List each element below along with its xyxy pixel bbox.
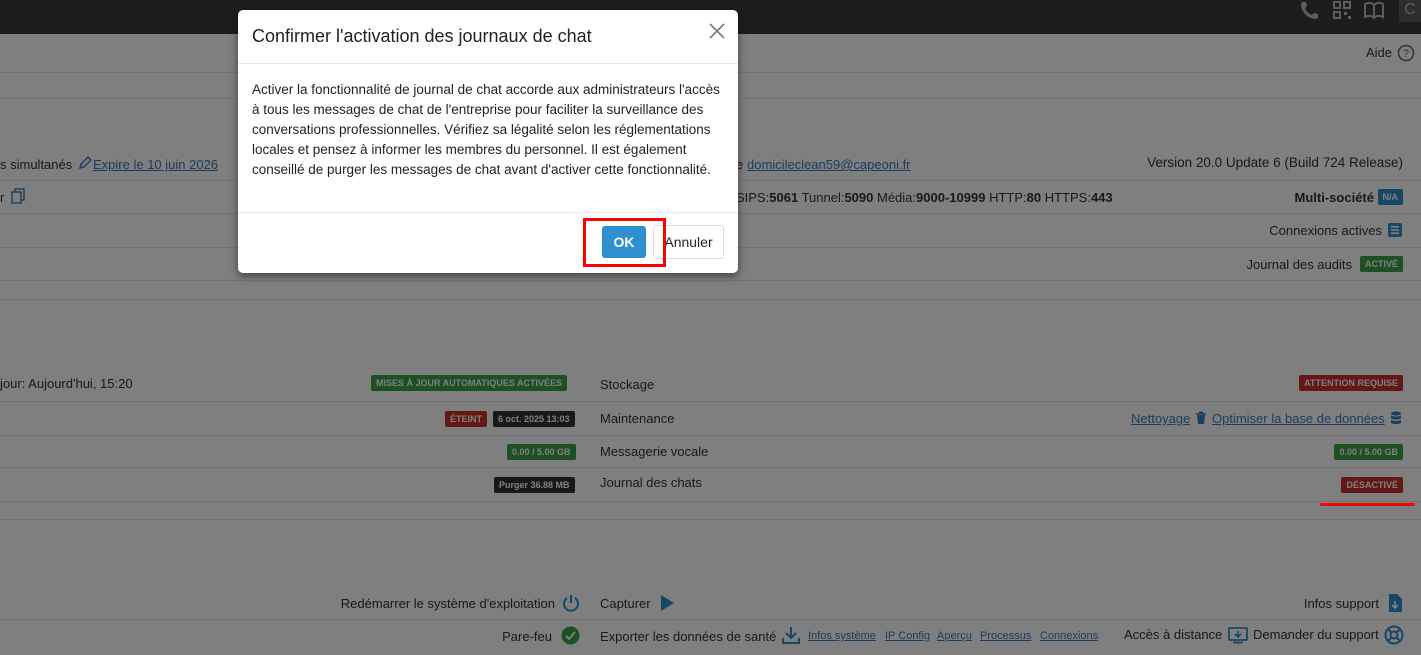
- dialog-footer-divider: [238, 212, 738, 213]
- annotation-highlight-box: [583, 218, 666, 267]
- dialog-body-text: Activer la fonctionnalité de journal de …: [252, 82, 720, 177]
- dialog-header-divider: [238, 63, 738, 64]
- dialog-title: Confirmer l'activation des journaux de c…: [252, 26, 592, 46]
- annotation-underline: [1320, 503, 1415, 506]
- close-icon[interactable]: [708, 22, 726, 40]
